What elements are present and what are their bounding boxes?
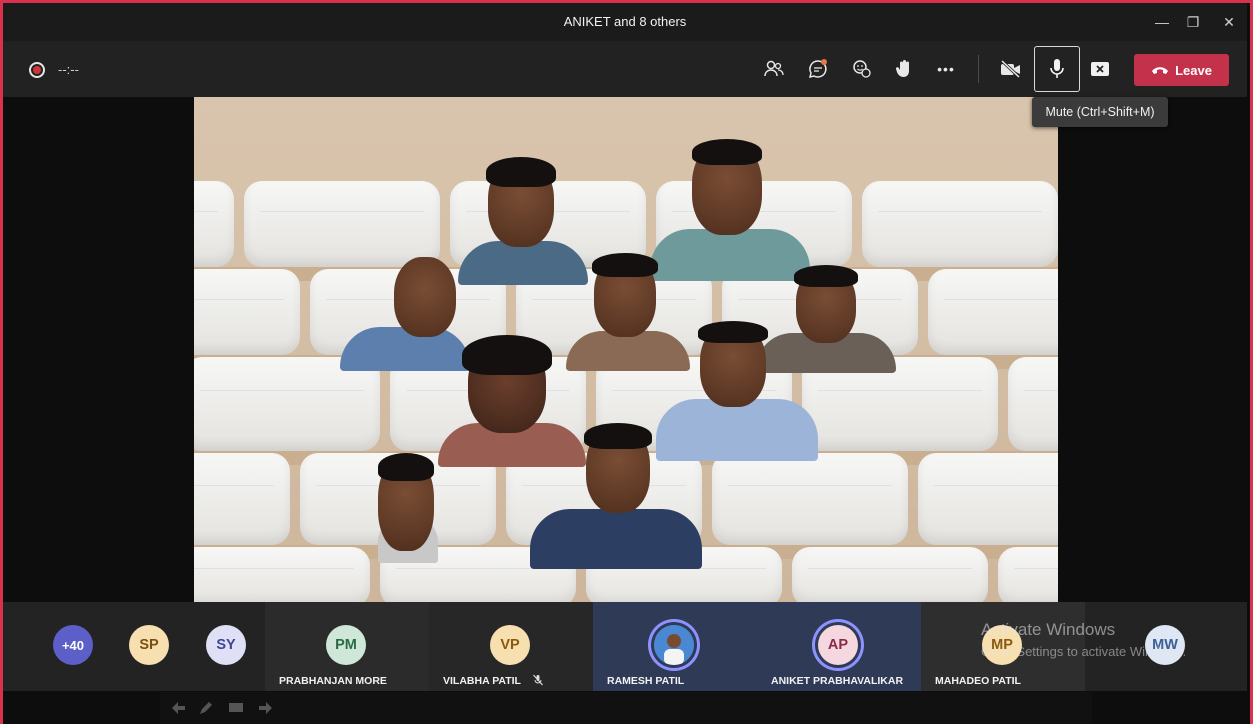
mic-muted-icon [532, 674, 543, 686]
people-icon [764, 60, 784, 77]
mute-button[interactable] [1034, 46, 1080, 92]
maximize-button[interactable]: ❐ [1179, 9, 1207, 35]
people-button[interactable] [759, 55, 789, 83]
toolbar-divider [978, 55, 979, 83]
recording-indicator-icon [29, 62, 45, 78]
bottom-strip [160, 692, 1092, 724]
roster-group: +40 SP SY [3, 602, 265, 691]
chat-button[interactable] [803, 55, 833, 83]
profile-photo-icon [654, 625, 694, 665]
meeting-timer: --:-- [58, 62, 79, 77]
camera-off-icon [1000, 59, 1021, 79]
leave-button[interactable]: Leave [1134, 54, 1229, 86]
leave-label: Leave [1175, 62, 1212, 78]
close-window-button[interactable]: ✕ [1215, 9, 1243, 35]
avatar: AP [818, 625, 858, 665]
meeting-toolbar: --:-- ••• Leave [3, 41, 1247, 97]
monitor-icon[interactable] [228, 701, 244, 715]
reactions-button[interactable] [847, 55, 877, 83]
reactions-icon [853, 60, 871, 78]
raise-hand-button[interactable] [889, 55, 919, 83]
avatar[interactable]: SY [206, 625, 246, 665]
participant-name: ANIKET PRABHAVALIKAR [771, 675, 904, 687]
mute-tooltip: Mute (Ctrl+Shift+M) [1032, 97, 1168, 127]
participant-name: MAHADEO PATIL [935, 675, 1021, 687]
microphone-icon [1050, 59, 1064, 78]
participant-name: VILABHA PATIL [443, 674, 544, 687]
chat-icon [808, 59, 827, 79]
share-tray-icon [1091, 62, 1109, 76]
avatar[interactable]: SP [129, 625, 169, 665]
hang-up-icon [1152, 67, 1169, 74]
avatar: PM [326, 625, 366, 665]
overflow-count-button[interactable]: +40 [53, 625, 93, 665]
activate-windows-subtitle: Go to Settings to activate Windows. [981, 644, 1187, 659]
meeting-title: ANIKET and 8 others [563, 14, 687, 29]
together-mode-video [194, 97, 1058, 602]
avatar: VP [490, 625, 530, 665]
activate-windows-title: Activate Windows [981, 620, 1116, 639]
minimize-button[interactable]: — [1148, 9, 1176, 35]
title-bar: ANIKET and 8 others — ❐ ✕ [3, 3, 1247, 41]
participant-tile[interactable]: PM PRABHANJAN MORE [265, 602, 429, 691]
share-tray-button[interactable] [1085, 55, 1115, 83]
arrow-right-icon[interactable] [258, 701, 274, 715]
avatar [654, 625, 694, 665]
camera-button[interactable] [996, 55, 1026, 83]
more-options-button[interactable]: ••• [931, 55, 961, 83]
participant-name-text: VILABHA PATIL [443, 675, 521, 687]
participant-tile[interactable]: RAMESH PATIL [593, 602, 757, 691]
raise-hand-icon [895, 60, 909, 77]
arrow-left-icon[interactable] [170, 701, 186, 715]
participant-name: RAMESH PATIL [607, 675, 685, 687]
pen-icon[interactable] [198, 701, 214, 715]
participant-name: PRABHANJAN MORE [279, 675, 387, 687]
participant-tile[interactable]: VP VILABHA PATIL [429, 602, 593, 691]
participant-tile[interactable]: AP ANIKET PRABHAVALIKAR [757, 602, 921, 691]
